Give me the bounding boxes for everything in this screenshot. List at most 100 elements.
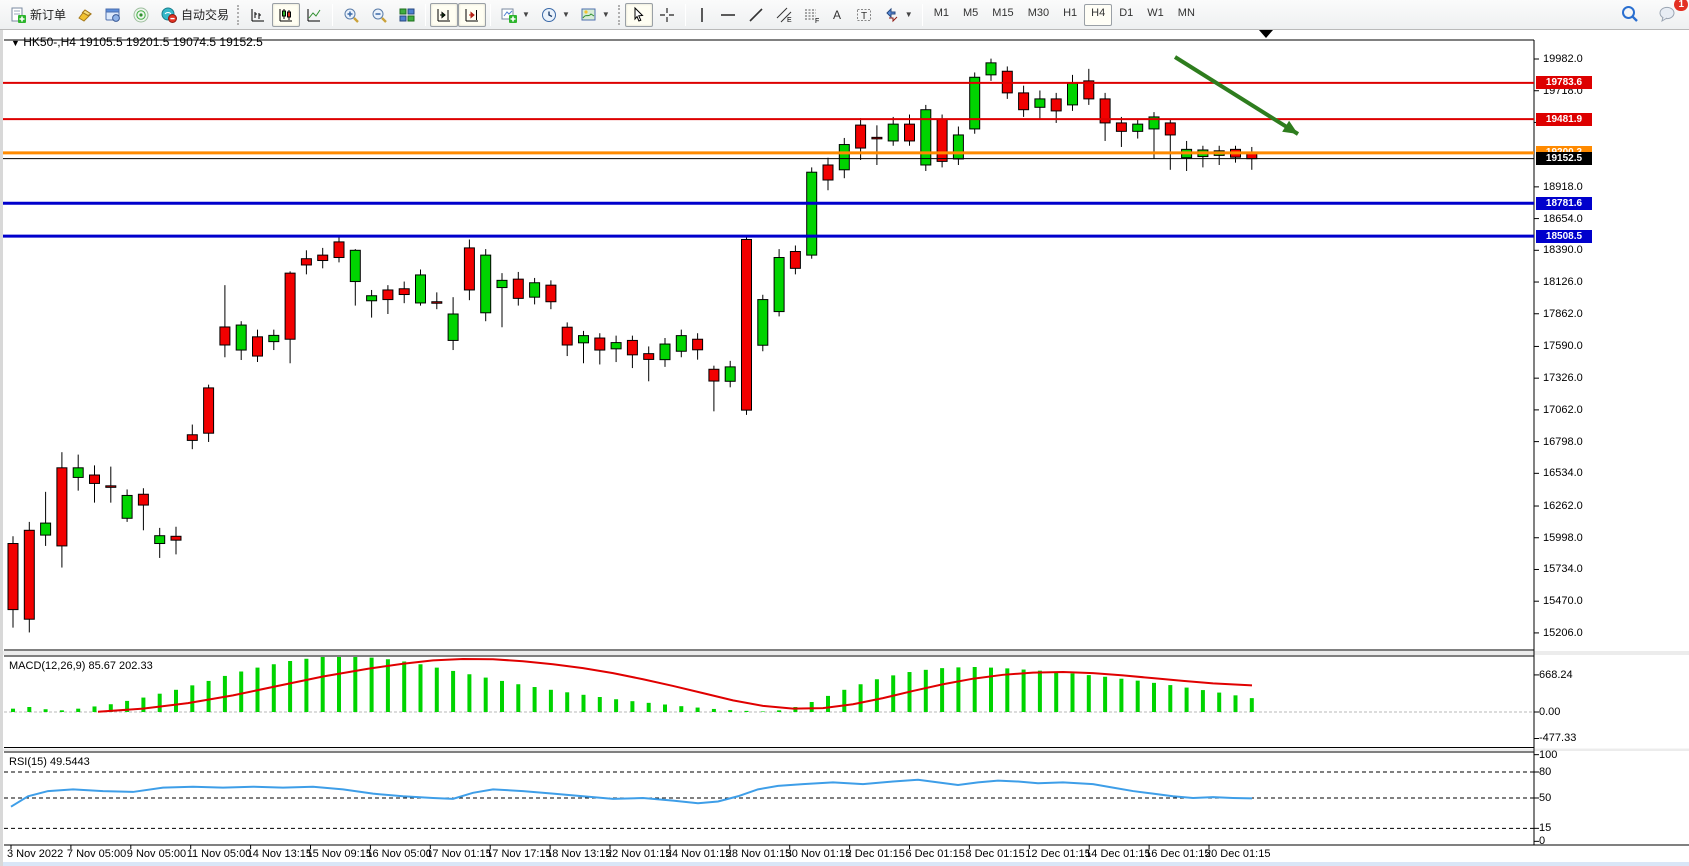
chart-shift-button[interactable] bbox=[430, 2, 459, 27]
bear-candle bbox=[284, 272, 296, 340]
horizontal-line-button[interactable] bbox=[714, 3, 742, 27]
bear-candle bbox=[1164, 122, 1176, 136]
bull-candle bbox=[969, 76, 981, 130]
price-axis-label: 15470.0 bbox=[1543, 595, 1583, 608]
timeframe-H4[interactable]: H4 bbox=[1084, 3, 1113, 26]
line-chart-button[interactable] bbox=[300, 3, 328, 27]
crosshair-button[interactable] bbox=[653, 3, 681, 27]
timeframe-M5[interactable]: M5 bbox=[956, 4, 985, 26]
bear-candle bbox=[594, 337, 606, 351]
svg-text:E: E bbox=[787, 17, 792, 24]
rsi-axis-label: 0 bbox=[1539, 835, 1546, 848]
bar-chart-button[interactable] bbox=[244, 3, 272, 27]
timeframe-W1[interactable]: W1 bbox=[1140, 4, 1171, 26]
bear-candle bbox=[904, 123, 915, 142]
macd-axis-label: 0.00 bbox=[1539, 706, 1561, 718]
trendline-button[interactable] bbox=[742, 3, 770, 27]
bull-candle bbox=[757, 299, 769, 346]
bull-candle bbox=[724, 366, 736, 382]
fibonacci-button[interactable]: F bbox=[798, 3, 826, 27]
bull-candle bbox=[235, 324, 247, 351]
bull-candle bbox=[480, 254, 492, 314]
price-badge: 19481.9 bbox=[1536, 112, 1592, 126]
text-label-button[interactable]: T bbox=[850, 3, 878, 27]
trend-arrow[interactable] bbox=[1173, 55, 1300, 136]
date-axis-label: 30 Nov 01:15 bbox=[785, 848, 852, 860]
signal-button[interactable] bbox=[127, 3, 155, 27]
autotrading-button[interactable]: 自动交易 bbox=[155, 3, 234, 27]
zoom-out-button[interactable] bbox=[365, 3, 393, 27]
bear-candle bbox=[741, 238, 752, 411]
bear-candle bbox=[855, 124, 867, 149]
scroll-end-marker-icon[interactable] bbox=[1259, 30, 1273, 38]
fibonacci-icon: F bbox=[803, 6, 821, 24]
window-button[interactable] bbox=[99, 3, 127, 27]
bull-candle bbox=[920, 109, 932, 166]
timeframe-H1[interactable]: H1 bbox=[1056, 4, 1084, 26]
date-axis-label: 24 Nov 01:15 bbox=[665, 848, 732, 860]
tile-windows-button[interactable] bbox=[393, 3, 421, 27]
timeframe-MN[interactable]: MN bbox=[1171, 4, 1202, 26]
cursor-arrow-icon bbox=[630, 6, 648, 24]
svg-text:F: F bbox=[815, 18, 819, 24]
bear-candle bbox=[56, 467, 68, 547]
bull-candle bbox=[1067, 82, 1078, 106]
price-badge: 18781.6 bbox=[1536, 196, 1592, 210]
bear-candle bbox=[463, 247, 475, 291]
zoom-in-button[interactable] bbox=[337, 3, 365, 27]
periods-button[interactable]: ▼ bbox=[535, 3, 575, 27]
auto-scroll-button[interactable] bbox=[458, 2, 487, 27]
date-axis-label: 17 Nov 01:15 bbox=[426, 848, 492, 860]
candlestick-chart-button[interactable] bbox=[272, 2, 301, 27]
trendline-icon bbox=[747, 6, 765, 24]
price-axis-label: 17862.0 bbox=[1543, 307, 1583, 320]
macd-layer bbox=[4, 657, 1534, 713]
bear-candle bbox=[822, 164, 834, 181]
templates-button[interactable]: ▼ bbox=[575, 3, 615, 27]
status-strip bbox=[3, 862, 1689, 866]
date-axis-label: 2 Dec 01:15 bbox=[845, 848, 905, 860]
bull-candle bbox=[496, 279, 508, 289]
date-axis-label: 17 Nov 17:15 bbox=[486, 848, 552, 860]
candles-layer bbox=[7, 58, 1258, 633]
timeframe-D1[interactable]: D1 bbox=[1112, 4, 1140, 26]
text-a-icon: A bbox=[831, 6, 845, 24]
bear-candle bbox=[7, 543, 19, 611]
timeframe-M30[interactable]: M30 bbox=[1021, 4, 1056, 26]
styler-button[interactable] bbox=[71, 3, 99, 27]
new-order-button[interactable]: 新订单 bbox=[4, 3, 71, 27]
equidistant-channel-button[interactable]: E bbox=[770, 3, 798, 27]
price-axis-label: 18390.0 bbox=[1543, 244, 1583, 257]
bear-candle bbox=[512, 278, 524, 299]
chart-window[interactable]: ▼ HK50-,H4 19105.5 19201.5 19074.5 19152… bbox=[0, 30, 1689, 866]
chart-title-ohlc: 19105.5 19201.5 19074.5 19152.5 bbox=[79, 35, 263, 49]
axis-ticks bbox=[10, 58, 1539, 849]
rsi-axis-label: 50 bbox=[1539, 792, 1552, 804]
search-button[interactable] bbox=[1615, 2, 1645, 26]
bull-candle bbox=[985, 62, 997, 76]
toolbar-handle-2[interactable] bbox=[617, 4, 622, 25]
arrows-tool-button[interactable]: ▼ bbox=[878, 3, 918, 27]
text-button[interactable]: A bbox=[826, 3, 850, 27]
bull-candle bbox=[806, 171, 818, 256]
bear-candle bbox=[137, 493, 149, 506]
timeframe-M1[interactable]: M1 bbox=[927, 4, 956, 26]
bear-candle bbox=[871, 136, 883, 140]
notifications-button[interactable]: 1 bbox=[1653, 0, 1688, 26]
one-click-trading-arrow-icon[interactable]: ▼ bbox=[11, 38, 20, 48]
vertical-line-button[interactable] bbox=[690, 3, 714, 27]
rsi-axis-label: 100 bbox=[1539, 748, 1558, 761]
timeframe-M15[interactable]: M15 bbox=[985, 4, 1020, 26]
chart-canvas[interactable] bbox=[3, 30, 1689, 866]
indicators-icon bbox=[500, 6, 518, 24]
toolbar-handle[interactable] bbox=[237, 4, 241, 25]
macd-signal-line bbox=[97, 657, 1253, 713]
indicators-button[interactable]: ▼ bbox=[495, 3, 535, 27]
bull-candle bbox=[154, 535, 166, 545]
macd-axis-label: -477.33 bbox=[1539, 732, 1577, 745]
cursor-button[interactable] bbox=[624, 2, 653, 27]
price-axis-label: 15998.0 bbox=[1543, 531, 1583, 544]
date-axis-label: 22 Nov 01:15 bbox=[606, 848, 672, 860]
date-axis-label: 8 Dec 01:15 bbox=[965, 848, 1025, 860]
bull-candle bbox=[268, 334, 280, 343]
